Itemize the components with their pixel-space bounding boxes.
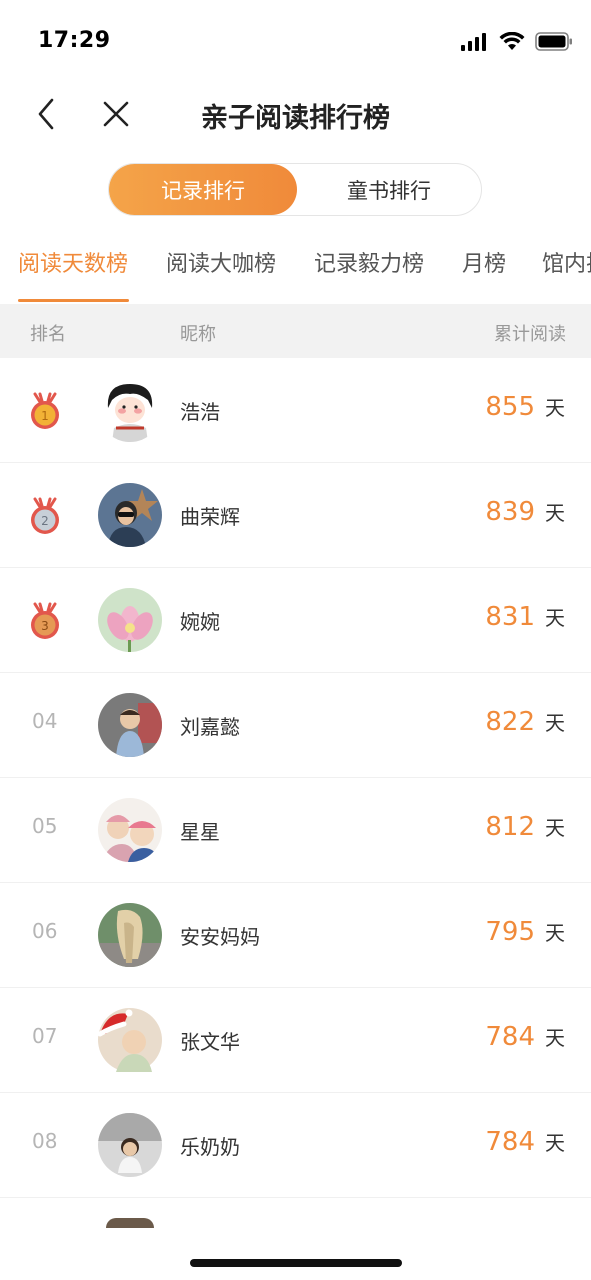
ranking-list: 1 浩浩 855 天 2 曲荣辉 839 天 3 婉婉 831 天 04 刘嘉懿… [0, 358, 591, 1198]
days-unit: 天 [545, 501, 565, 525]
home-indicator[interactable] [190, 1259, 402, 1267]
avatar[interactable] [98, 903, 162, 967]
tab-in-library[interactable]: 馆内排 [542, 246, 591, 278]
ranking-row[interactable]: 1 浩浩 855 天 [0, 358, 591, 463]
avatar-photo-icon [98, 798, 162, 862]
days-value: 855 [485, 392, 535, 422]
reading-days: 839 天 [485, 497, 565, 527]
ranking-row[interactable]: 08 乐奶奶 784 天 [0, 1093, 591, 1198]
tab-reading-days[interactable]: 阅读天数榜 [18, 246, 128, 278]
avatar[interactable] [98, 693, 162, 757]
days-unit: 天 [545, 816, 565, 840]
avatar-photo-icon [97, 1008, 162, 1072]
avatar-photo-icon [98, 903, 162, 967]
avatar[interactable] [98, 1113, 162, 1177]
rank-number: 04 [32, 709, 58, 733]
ranking-row[interactable]: 05 星星 812 天 [0, 778, 591, 883]
reading-days: 795 天 [485, 917, 565, 947]
ranking-row[interactable]: 06 安安妈妈 795 天 [0, 883, 591, 988]
days-value: 795 [485, 917, 535, 947]
rank-number: 05 [32, 814, 58, 838]
column-header-total-reading: 累计阅读 [494, 324, 566, 345]
bronze-medal-icon: 3 [31, 602, 59, 639]
nickname: 刘嘉懿 [180, 715, 240, 739]
rank-number: 08 [32, 1129, 58, 1153]
ranking-type-segmented-control: 记录排行 童书排行 [108, 163, 482, 216]
days-value: 839 [485, 497, 535, 527]
reading-days: 784 天 [485, 1127, 565, 1157]
status-time: 17:29 [38, 28, 111, 53]
ranking-row[interactable]: 04 刘嘉懿 822 天 [0, 673, 591, 778]
tab-record-persistence[interactable]: 记录毅力榜 [314, 246, 424, 278]
ranking-tabs: 阅读天数榜 阅读大咖榜 记录毅力榜 月榜 馆内排 [0, 230, 591, 304]
days-unit: 天 [545, 1131, 565, 1155]
nickname: 婉婉 [180, 610, 220, 634]
svg-text:2: 2 [41, 514, 49, 528]
battery-icon [535, 32, 572, 51]
reading-days: 855 天 [485, 392, 565, 422]
page-title: 亲子阅读排行榜 [201, 103, 390, 134]
avatar-photo-icon [98, 693, 162, 757]
nickname: 曲荣辉 [180, 505, 240, 529]
nickname: 张文华 [180, 1030, 240, 1054]
avatar-photo-icon [98, 483, 162, 547]
days-value: 822 [485, 707, 535, 737]
avatar[interactable] [98, 483, 162, 547]
days-unit: 天 [545, 1026, 565, 1050]
reading-days: 784 天 [485, 1022, 565, 1052]
status-bar: 17:29 [0, 0, 591, 80]
ranking-row[interactable]: 2 曲荣辉 839 天 [0, 463, 591, 568]
rank-number: 06 [32, 919, 58, 943]
avatar[interactable] [98, 588, 162, 652]
table-header: 排名 昵称 累计阅读 [0, 304, 591, 358]
segment-book-ranking[interactable]: 童书排行 [297, 164, 481, 215]
reading-days: 831 天 [485, 602, 565, 632]
tab-reading-experts[interactable]: 阅读大咖榜 [166, 246, 276, 278]
avatar[interactable] [97, 1008, 162, 1072]
avatar [106, 1218, 154, 1228]
avatar-photo-icon [98, 1113, 162, 1177]
days-value: 831 [485, 602, 535, 632]
reading-days: 822 天 [485, 707, 565, 737]
active-tab-indicator [18, 299, 129, 302]
wifi-icon [499, 32, 525, 50]
svg-text:3: 3 [41, 619, 49, 633]
ranking-row[interactable]: 07 张文华 784 天 [0, 988, 591, 1093]
days-value: 812 [485, 812, 535, 842]
ranking-row[interactable]: 3 婉婉 831 天 [0, 568, 591, 673]
column-header-nickname: 昵称 [180, 324, 216, 345]
status-icons [461, 32, 573, 51]
avatar[interactable] [98, 378, 162, 442]
nickname: 乐奶奶 [180, 1135, 240, 1159]
nickname: 安安妈妈 [180, 925, 260, 949]
nickname: 浩浩 [180, 400, 220, 424]
gold-medal-icon: 1 [31, 392, 59, 429]
days-value: 784 [485, 1022, 535, 1052]
days-unit: 天 [545, 921, 565, 945]
column-header-rank: 排名 [30, 324, 66, 345]
days-unit: 天 [545, 396, 565, 420]
segment-record-ranking[interactable]: 记录排行 [109, 164, 297, 215]
tab-monthly[interactable]: 月榜 [462, 246, 506, 278]
signal-icon [461, 32, 486, 51]
nav-bar: 亲子阅读排行榜 [0, 80, 591, 150]
avatar[interactable] [98, 798, 162, 862]
nickname: 星星 [180, 820, 220, 844]
days-value: 784 [485, 1127, 535, 1157]
silver-medal-icon: 2 [31, 497, 59, 534]
avatar-lotus-icon [98, 588, 162, 652]
avatar-cartoon-icon [98, 378, 162, 442]
days-unit: 天 [545, 606, 565, 630]
days-unit: 天 [545, 711, 565, 735]
rank-number: 07 [32, 1024, 58, 1048]
reading-days: 812 天 [485, 812, 565, 842]
svg-text:1: 1 [41, 409, 49, 423]
